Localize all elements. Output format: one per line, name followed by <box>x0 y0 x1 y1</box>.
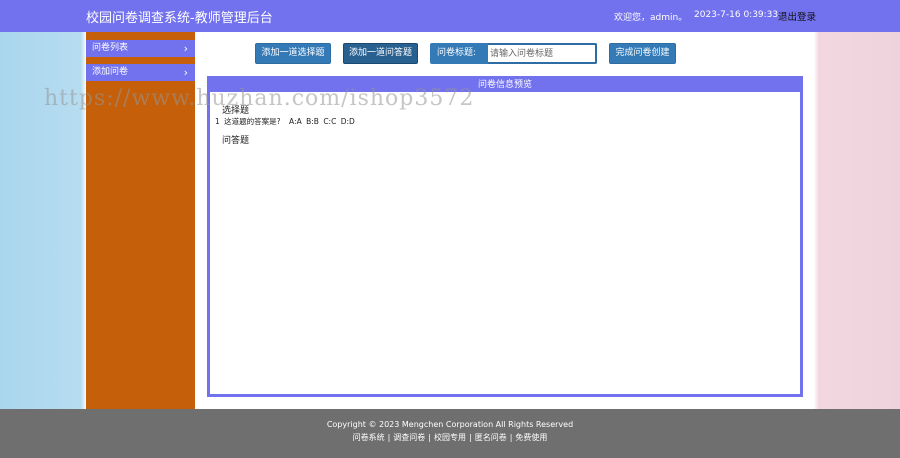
footer-separator: | <box>387 433 391 442</box>
sidebar-item-survey-list[interactable]: 问卷列表 › <box>86 40 195 57</box>
footer-separator: | <box>469 433 472 442</box>
footer-separator: | <box>509 433 513 442</box>
add-qa-question-button[interactable]: 添加一道问答题 <box>343 43 418 64</box>
top-header: 校园问卷调查系统-教师管理后台 欢迎您，admin。 2023-7-16 0:3… <box>0 0 900 32</box>
copyright-text: Copyright © 2023 Mengchen Corporation Al… <box>326 420 574 429</box>
footer-link[interactable]: 校园专用 <box>434 433 466 442</box>
chevron-right-icon: › <box>183 66 188 79</box>
sidebar: 问卷列表 › 添加问卷 › <box>86 32 195 409</box>
chevron-right-icon: › <box>183 42 188 55</box>
choice-section-label: 选择题 <box>222 106 250 116</box>
survey-title-input[interactable] <box>488 43 597 64</box>
footer-link[interactable]: 匿名问卷 <box>475 433 507 442</box>
option-c: C:C <box>323 117 337 126</box>
app-title: 校园问卷调查系统-教师管理后台 <box>86 11 273 26</box>
sidebar-item-label: 添加问卷 <box>92 67 129 77</box>
current-time: 2023-7-16 0:39:33 <box>694 10 779 20</box>
question-number: 1 <box>215 117 220 126</box>
logout-link[interactable]: 退出登录 <box>778 9 816 23</box>
sidebar-item-label: 问卷列表 <box>92 43 129 53</box>
welcome-text: 欢迎您，admin。 <box>614 13 688 23</box>
footer-link[interactable]: 免费使用 <box>515 433 547 442</box>
sidebar-item-add-survey[interactable]: 添加问卷 › <box>86 64 195 81</box>
option-d: D:D <box>340 117 355 126</box>
option-a: A:A <box>289 117 302 126</box>
preview-header: 问卷信息预览 <box>210 79 800 92</box>
survey-preview-panel: 问卷信息预览 选择题 1 这道题的答案是? A:A B:B C:C D:D 问答… <box>207 76 803 397</box>
footer: Copyright © 2023 Mengchen Corporation Al… <box>0 409 900 458</box>
footer-links: 问卷系统 | 调查问卷 | 校园专用 | 匿名问卷 | 免费使用 <box>0 432 900 443</box>
footer-link[interactable]: 问卷系统 <box>353 433 385 442</box>
question-item: 1 这道题的答案是? A:A B:B C:C D:D <box>215 116 357 127</box>
option-b: B:B <box>306 117 319 126</box>
survey-title-label: 问卷标题: <box>430 43 489 64</box>
add-choice-question-button[interactable]: 添加一道选择题 <box>255 43 331 64</box>
finish-survey-button[interactable]: 完成问卷创建 <box>609 43 676 64</box>
footer-separator: | <box>428 433 431 442</box>
qa-section-label: 问答题 <box>222 136 250 146</box>
footer-link[interactable]: 调查问卷 <box>393 433 425 442</box>
question-text: 这道题的答案是? <box>224 117 281 126</box>
